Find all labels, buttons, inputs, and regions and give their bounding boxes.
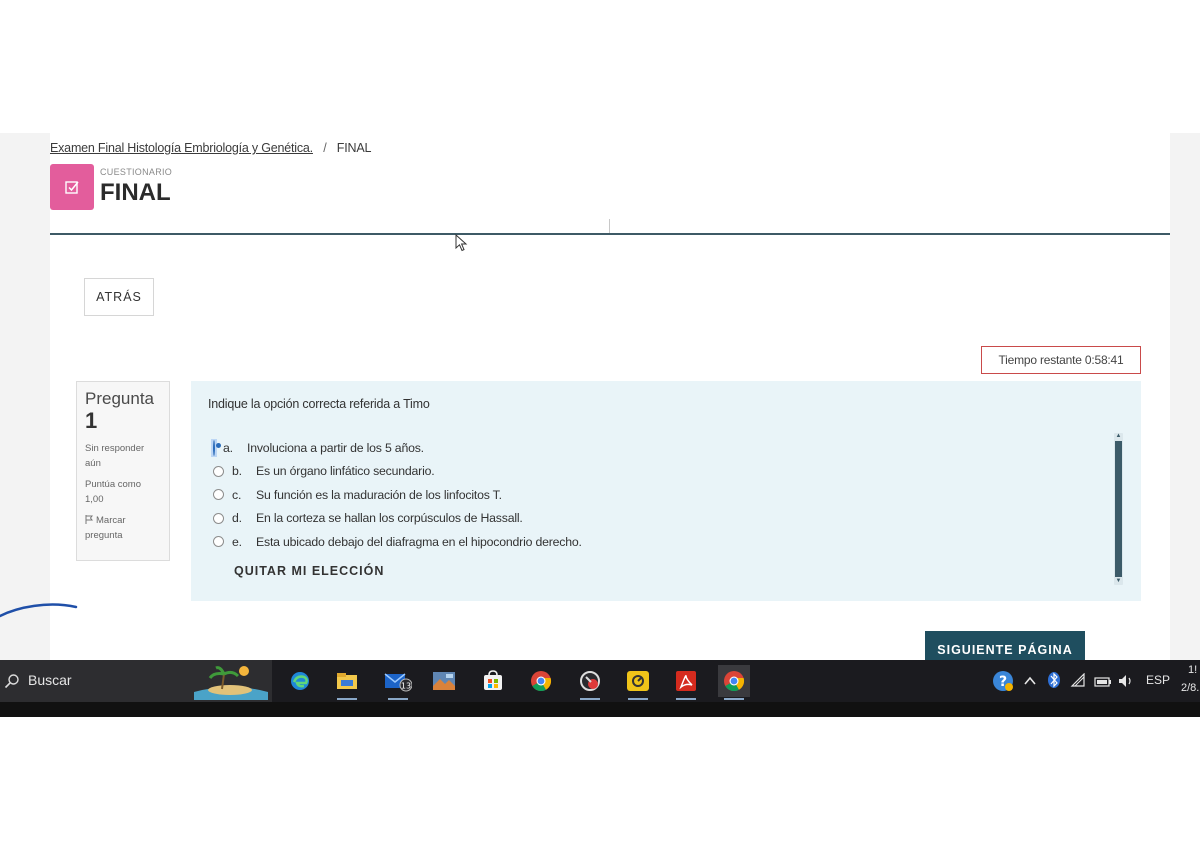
- snagit-icon[interactable]: [622, 665, 654, 700]
- screen-bottom-edge: [0, 702, 1200, 717]
- time-remaining: Tiempo restante 0:58:41: [981, 346, 1141, 374]
- store-icon[interactable]: [477, 665, 509, 697]
- scrollbar-thumb[interactable]: [1115, 441, 1122, 577]
- question-number: 1: [85, 408, 98, 433]
- scrollbar[interactable]: ▲ ▼: [1114, 433, 1123, 585]
- option-letter: d.: [232, 511, 242, 526]
- radio-a[interactable]: [211, 438, 217, 457]
- mouse-cursor-icon: [455, 233, 469, 257]
- option-text: Involuciona a partir de los 5 años.: [247, 440, 424, 455]
- header-divider: [50, 233, 1170, 235]
- scroll-down-icon[interactable]: ▼: [1115, 578, 1122, 585]
- radio-d[interactable]: [213, 512, 224, 524]
- bluetooth-icon[interactable]: [1047, 671, 1061, 694]
- acrobat-icon[interactable]: [670, 665, 702, 700]
- island-illustration-icon: [192, 662, 270, 700]
- chrome-icon[interactable]: [718, 665, 750, 700]
- option-letter: b.: [232, 464, 242, 479]
- option-text: En la corteza se hallan los corpúsculos …: [256, 511, 523, 526]
- option-c[interactable]: c. Su función es la maduración de los li…: [213, 483, 582, 507]
- back-button[interactable]: ATRÁS: [84, 278, 154, 316]
- quiz-checkbox-icon: [50, 164, 94, 210]
- option-text: Esta ubicado debajo del diafragma en el …: [256, 534, 582, 549]
- radio-b[interactable]: [213, 465, 224, 477]
- quiz-page: Examen Final Histología Embriología y Ge…: [50, 133, 1170, 660]
- activity-type-label: CUESTIONARIO: [100, 167, 173, 177]
- app-icon[interactable]: [574, 665, 606, 700]
- option-text: Es un órgano linfático secundario.: [256, 464, 435, 479]
- divider: [609, 219, 610, 233]
- scroll-up-icon[interactable]: ▲: [1115, 433, 1122, 440]
- question-status: Sin responder aún: [85, 443, 145, 469]
- battery-icon[interactable]: [1094, 675, 1112, 693]
- flag-question-link[interactable]: Marcar pregunta: [85, 513, 161, 543]
- question-panel: Indique la opción correcta referida a Ti…: [191, 381, 1141, 601]
- search-icon: [4, 674, 19, 689]
- language-indicator[interactable]: ESP: [1146, 673, 1170, 687]
- option-b[interactable]: b. Es un órgano linfático secundario.: [213, 460, 582, 484]
- flag-icon: [85, 515, 93, 524]
- windows-taskbar: Buscar 13 ? ESP 1! 2/8.: [0, 660, 1200, 702]
- question-text: Indique la opción correcta referida a Ti…: [208, 397, 430, 411]
- question-label: Pregunta: [85, 389, 154, 408]
- option-letter: c.: [232, 487, 242, 502]
- question-score: Puntúa como 1,00: [85, 479, 141, 505]
- photos-icon[interactable]: [428, 665, 460, 697]
- file-explorer-icon[interactable]: [331, 665, 363, 700]
- pen-annotation-stroke: [0, 603, 78, 618]
- question-info-box: Pregunta 1 Sin responder aún Puntúa como…: [76, 381, 170, 561]
- chevron-up-icon[interactable]: [1023, 674, 1037, 692]
- help-icon[interactable]: ?: [992, 670, 1014, 697]
- mail-badge: 13: [401, 682, 411, 691]
- breadcrumb-separator: /: [323, 141, 327, 155]
- volume-icon[interactable]: [1117, 673, 1135, 694]
- option-text: Su función es la maduración de los linfo…: [256, 487, 502, 502]
- option-e[interactable]: e. Esta ubicado debajo del diafragma en …: [213, 530, 582, 554]
- chrome-icon[interactable]: [525, 665, 557, 697]
- wifi-icon[interactable]: [1070, 672, 1086, 692]
- page-title: FINAL: [100, 179, 171, 206]
- clock-date[interactable]: 2/8.: [1181, 682, 1199, 694]
- taskbar-search-box[interactable]: Buscar: [0, 660, 272, 702]
- option-d[interactable]: d. En la corteza se hallan los corpúscul…: [213, 507, 582, 531]
- option-letter: e.: [232, 534, 242, 549]
- mail-icon[interactable]: 13: [382, 665, 414, 700]
- radio-c[interactable]: [213, 489, 224, 501]
- breadcrumb: Examen Final Histología Embriología y Ge…: [50, 141, 371, 155]
- edge-icon[interactable]: [284, 665, 316, 697]
- clear-choice-link[interactable]: QUITAR MI ELECCIÓN: [234, 564, 384, 578]
- clock-time[interactable]: 1!: [1188, 664, 1197, 676]
- screen: Examen Final Histología Embriología y Ge…: [0, 133, 1200, 717]
- breadcrumb-course-link[interactable]: Examen Final Histología Embriología y Ge…: [50, 141, 313, 155]
- search-label: Buscar: [28, 672, 72, 688]
- radio-e[interactable]: [213, 536, 224, 548]
- breadcrumb-current: FINAL: [336, 141, 372, 155]
- option-letter: a.: [223, 440, 233, 455]
- answer-options: a. Involuciona a partir de los 5 años. b…: [211, 436, 582, 554]
- option-a[interactable]: a. Involuciona a partir de los 5 años.: [211, 436, 582, 460]
